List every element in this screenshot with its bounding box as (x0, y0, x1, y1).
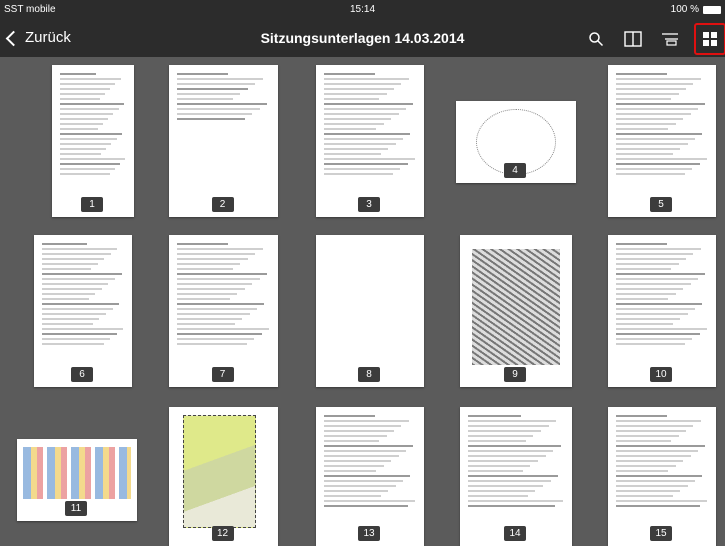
page-thumbnail[interactable]: 4 (456, 101, 576, 183)
page-number-badge: 7 (211, 367, 234, 382)
page-number-badge: 12 (211, 526, 234, 541)
thumbnail-grid: 1 2 3 4 5 6 7 8 9 10 11 12 13 14 15 (0, 57, 725, 546)
site-plan-image (183, 415, 256, 528)
status-bar: SST mobile 15:14 100 % (0, 0, 725, 20)
page-number-badge: 2 (211, 197, 234, 212)
battery-icon (703, 6, 721, 14)
page-number-badge: 10 (650, 367, 672, 382)
page-title: Sitzungsunterlagen 14.03.2014 (260, 30, 465, 46)
list-icon (662, 33, 678, 46)
page-number-badge: 11 (65, 501, 87, 516)
page-text-lines (616, 73, 708, 178)
page-text-lines (42, 243, 124, 348)
page-number-badge: 4 (504, 163, 526, 178)
page-text-lines (60, 73, 126, 178)
page-thumbnail[interactable]: 1 (52, 65, 134, 217)
page-thumbnail[interactable]: 7 (169, 235, 278, 387)
page-thumbnail[interactable]: 6 (34, 235, 132, 387)
list-view-button[interactable] (658, 27, 682, 51)
page-number-badge: 8 (358, 367, 380, 382)
page-number-badge: 9 (504, 367, 526, 382)
page-thumbnail[interactable]: 10 (608, 235, 716, 387)
page-text-lines (616, 415, 708, 510)
page-text-lines (324, 73, 416, 178)
search-icon (589, 32, 604, 47)
page-number-badge: 13 (358, 526, 380, 541)
navigation-bar: Zurück Sitzungsunterlagen 14.03.2014 (0, 20, 725, 57)
page-text-lines (177, 243, 270, 348)
page-thumbnail[interactable]: 13 (316, 407, 424, 546)
page-thumbnail[interactable]: 3 (316, 65, 424, 217)
page-thumbnail[interactable]: 5 (608, 65, 716, 217)
page-number-badge: 5 (650, 197, 672, 212)
search-button[interactable] (584, 27, 608, 51)
page-text-lines (616, 243, 708, 348)
grid-view-button[interactable] (694, 23, 725, 55)
page-thumbnail[interactable]: 14 (460, 407, 572, 546)
page-number-badge: 3 (358, 197, 380, 212)
table-image (23, 447, 131, 499)
clock-label: 15:14 (349, 4, 376, 15)
page-number-badge: 14 (504, 526, 526, 541)
page-thumbnail[interactable]: 9 (460, 235, 572, 387)
book-view-button[interactable] (621, 27, 645, 51)
battery-label: 100 % (670, 4, 699, 15)
page-number-badge: 1 (81, 197, 103, 212)
page-text-lines (468, 415, 564, 510)
grid-icon (703, 32, 717, 46)
page-thumbnail[interactable]: 12 (169, 407, 278, 546)
page-number-badge: 15 (650, 526, 672, 541)
page-number-badge: 6 (71, 367, 93, 382)
chevron-left-icon (5, 30, 22, 46)
page-thumbnail[interactable]: 2 (169, 65, 278, 217)
back-button[interactable]: Zurück (5, 29, 71, 46)
page-text-lines (324, 415, 416, 510)
book-icon (624, 31, 642, 47)
page-thumbnail[interactable]: 15 (608, 407, 716, 546)
page-thumbnail[interactable]: 11 (17, 439, 137, 521)
map-image (472, 249, 560, 365)
back-label: Zurück (25, 29, 71, 46)
page-text-lines (177, 73, 270, 123)
page-thumbnail[interactable]: 8 (316, 235, 424, 387)
